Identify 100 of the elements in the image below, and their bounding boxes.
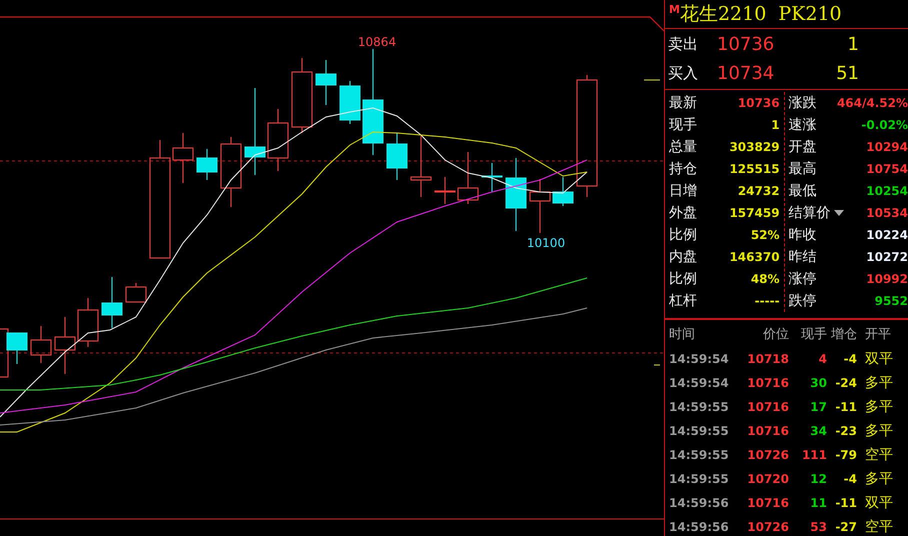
stat-label: 速涨: [788, 116, 817, 134]
stat-value: 24732: [738, 183, 780, 200]
candlestick: [78, 298, 98, 348]
open-interest-change: -27: [834, 519, 857, 536]
open-interest-change: -11: [834, 495, 857, 512]
stat-label: 总量: [669, 138, 697, 156]
stat-label: 比例: [669, 226, 697, 244]
trade-type: 双平: [864, 494, 894, 512]
stat-value: 303829: [729, 139, 780, 156]
trade-volume: 17: [809, 399, 827, 416]
stat-label: 最高: [788, 160, 817, 178]
trade-volume: 53: [809, 519, 827, 536]
caret-icon[interactable]: [834, 210, 844, 216]
quote-price: 10736: [717, 33, 776, 57]
trade-time: 14:59:55: [669, 423, 730, 440]
candlestick: [30, 326, 52, 364]
stat-value: 10254: [866, 183, 908, 200]
column-header: 增仓: [830, 326, 857, 344]
stat-value: 146370: [729, 249, 780, 266]
stat-label: 跌停: [788, 292, 817, 310]
trade-price: 10716: [746, 423, 789, 440]
trade-price: 10718: [746, 351, 789, 368]
trade-volume: 11: [809, 495, 827, 512]
stat-value: 9552: [874, 293, 908, 310]
trade-time: 14:59:54: [669, 351, 730, 368]
trade-price: 10720: [746, 471, 789, 488]
quote-label: 卖出: [667, 34, 699, 56]
stat-label: 昨收: [788, 226, 817, 244]
candlestick: [340, 80, 360, 124]
stat-label: 开盘: [788, 138, 817, 156]
column-header: 价位: [762, 326, 789, 344]
open-interest-change: -4: [842, 471, 857, 488]
trade-volume: 4: [818, 351, 827, 368]
quote-volume: 51: [835, 62, 859, 86]
stat-label: 比例: [669, 270, 697, 288]
trade-time: 14:59:56: [669, 519, 730, 536]
candlestick: [458, 152, 478, 204]
stat-value: -----: [754, 293, 780, 310]
stat-value: 125515: [729, 161, 780, 178]
stat-label: 杠杆: [669, 292, 697, 310]
open-interest-change: -24: [834, 375, 857, 392]
quote-volume: 1: [846, 33, 859, 57]
stat-label: 持仓: [669, 160, 697, 178]
open-interest-change: -4: [842, 351, 857, 368]
trade-type: 双平: [864, 350, 894, 368]
stat-value: 1: [771, 117, 780, 134]
candlestick: [54, 316, 76, 374]
column-header: 现手: [800, 326, 827, 344]
trade-price: 10716: [746, 495, 789, 512]
candlestick: [386, 132, 408, 180]
price-marker: [654, 364, 660, 366]
low-price-label: 10100: [526, 236, 566, 250]
stat-value: 10754: [866, 161, 908, 178]
trade-type: 多平: [864, 470, 894, 488]
trade-volume: 30: [809, 375, 827, 392]
candlestick: [434, 176, 456, 204]
contract-title: 花生2210 PK210: [680, 2, 842, 27]
stat-value: 10736: [738, 95, 780, 112]
stat-label: 涨停: [788, 270, 817, 288]
candlestick: [316, 60, 336, 106]
candlestick: [530, 178, 550, 234]
open-interest-change: -23: [834, 423, 857, 440]
trade-price: 10726: [746, 519, 789, 536]
stat-label: 最新: [669, 94, 697, 112]
trade-time: 14:59:54: [669, 375, 730, 392]
stat-value: 10992: [866, 271, 908, 288]
trade-type: 多平: [864, 374, 894, 392]
trade-type: 多平: [864, 398, 894, 416]
quote-price: 10734: [717, 62, 776, 86]
candlestick: [196, 148, 218, 180]
trade-type: 空平: [864, 518, 894, 536]
trade-time: 14:59:55: [669, 471, 730, 488]
trade-time: 14:59:56: [669, 495, 730, 512]
high-price-label: 10864: [358, 35, 396, 49]
column-header: 开平: [864, 326, 892, 344]
stat-value: 48%: [750, 271, 780, 288]
stat-value: 10534: [866, 205, 908, 222]
candlestick: [410, 134, 432, 198]
candlestick: [220, 136, 242, 208]
stat-label: 昨结: [788, 248, 817, 266]
trade-volume: 34: [809, 423, 827, 440]
quote-label: 买入: [667, 63, 699, 84]
stat-value: 52%: [750, 227, 780, 244]
candlestick: [268, 108, 288, 172]
stat-value: -0.02%: [861, 117, 908, 134]
stat-label: 内盘: [669, 248, 697, 266]
stat-label: 结算价: [788, 204, 831, 222]
stat-value: 10294: [866, 139, 908, 156]
trade-type: 多平: [864, 422, 894, 440]
trade-volume: 111: [800, 447, 827, 464]
candlestick: [126, 282, 146, 302]
stat-label: 涨跌: [788, 94, 817, 112]
stat-label: 日增: [669, 182, 697, 200]
candlestick: [482, 162, 502, 192]
trade-type: 空平: [864, 446, 894, 464]
trade-time: 14:59:55: [669, 399, 730, 416]
trade-volume: 12: [809, 471, 827, 488]
candlestick: [102, 276, 122, 328]
trade-price: 10726: [746, 447, 789, 464]
market-label: M: [669, 2, 680, 18]
